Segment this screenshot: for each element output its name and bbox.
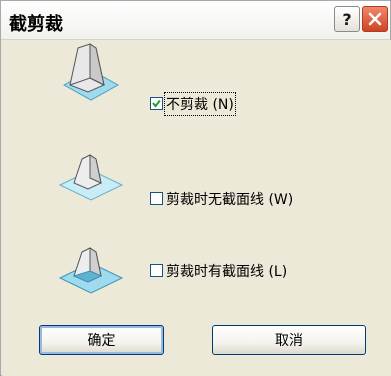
svg-text:?: ? [342,10,351,29]
ok-button[interactable]: 确定 [39,325,164,355]
clip-with-section-checkbox[interactable] [150,264,163,277]
question-mark-icon: ? [342,10,351,29]
cube-no-clip-icon [62,43,120,101]
clip-no-section-label[interactable]: 剪裁时无截面线 (W) [166,189,293,209]
checkmark-icon [152,99,161,108]
cube-clip-no-section-icon [58,154,124,201]
help-button[interactable]: ? [334,6,360,32]
option-clip-with-section: 剪裁时有截面线 (L) [2,238,391,298]
close-button[interactable] [362,6,388,32]
dialog-title: 截剪裁 [9,14,63,35]
title-bar[interactable]: 截剪裁 ? [1,1,390,40]
clip-dialog: 截剪裁 ? 不剪裁 (N) 剪裁时无截面线 (W) 剪裁时有截面线 (L) 确定… [0,0,391,376]
option-clip-no-section: 剪裁时无截面线 (W) [2,145,391,208]
clip-with-section-label[interactable]: 剪裁时有截面线 (L) [166,261,287,281]
dialog-body: 不剪裁 (N) 剪裁时无截面线 (W) 剪裁时有截面线 (L) 确定 取消 [2,40,391,376]
option-no-clip: 不剪裁 (N) [2,40,391,116]
cube-clip-with-section-icon [58,247,124,294]
no-clip-label[interactable]: 不剪裁 (N) [164,92,236,116]
clip-no-section-checkbox[interactable] [150,192,163,205]
cancel-button[interactable]: 取消 [212,325,366,355]
close-icon [368,12,382,26]
no-clip-checkbox[interactable] [150,97,163,110]
